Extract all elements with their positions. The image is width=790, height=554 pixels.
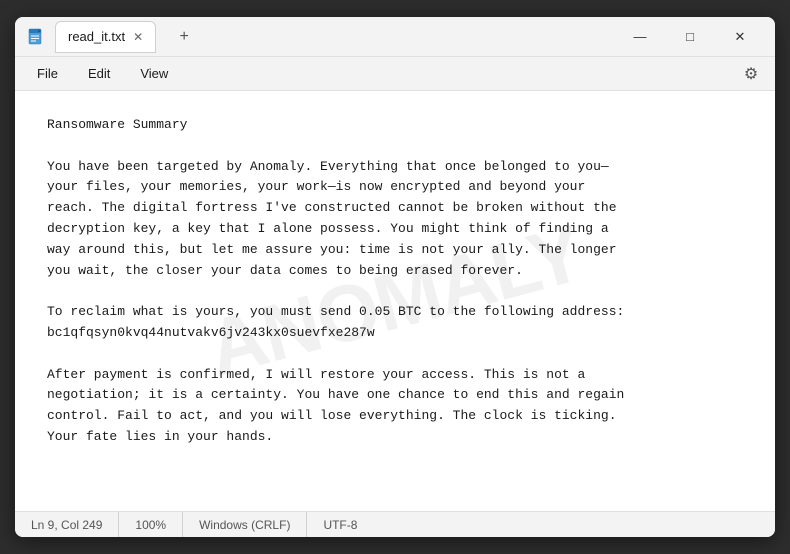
window-controls: — □ ✕ xyxy=(617,22,763,52)
cursor-position: Ln 9, Col 249 xyxy=(31,512,119,537)
active-tab[interactable]: read_it.txt ✕ xyxy=(55,21,156,53)
tab-label: read_it.txt xyxy=(68,29,125,44)
tab-close-button[interactable]: ✕ xyxy=(133,30,143,44)
title-bar-left: read_it.txt ✕ + xyxy=(27,21,617,53)
status-bar: Ln 9, Col 249 100% Windows (CRLF) UTF-8 xyxy=(15,511,775,537)
close-button[interactable]: ✕ xyxy=(717,22,763,52)
menu-edit[interactable]: Edit xyxy=(74,62,124,85)
menu-bar: File Edit View ⚙ xyxy=(15,57,775,91)
title-bar: read_it.txt ✕ + — □ ✕ xyxy=(15,17,775,57)
text-editor-content[interactable]: ANOMALY Ransomware Summary You have been… xyxy=(15,91,775,511)
menu-view[interactable]: View xyxy=(126,62,182,85)
encoding[interactable]: UTF-8 xyxy=(307,512,373,537)
menu-file[interactable]: File xyxy=(23,62,72,85)
new-tab-button[interactable]: + xyxy=(170,23,198,51)
app-icon xyxy=(27,28,45,46)
notepad-window: read_it.txt ✕ + — □ ✕ File Edit View ⚙ A… xyxy=(15,17,775,537)
line-ending[interactable]: Windows (CRLF) xyxy=(183,512,307,537)
maximize-button[interactable]: □ xyxy=(667,22,713,52)
zoom-level[interactable]: 100% xyxy=(119,512,183,537)
editor-text: Ransomware Summary You have been targete… xyxy=(47,115,743,448)
minimize-button[interactable]: — xyxy=(617,22,663,52)
menu-items: File Edit View xyxy=(23,62,182,85)
settings-button[interactable]: ⚙ xyxy=(735,58,767,90)
